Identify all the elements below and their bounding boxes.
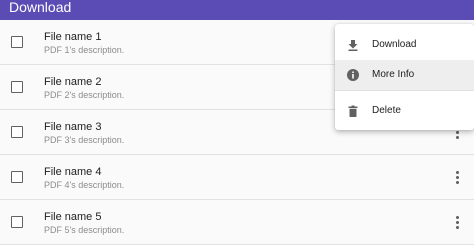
- app-title: Download: [9, 0, 72, 15]
- more-vert-icon[interactable]: [451, 167, 463, 187]
- checkbox[interactable]: [11, 81, 23, 93]
- app-bar: Download: [0, 0, 474, 20]
- file-name: File name 2: [44, 76, 102, 88]
- checkbox[interactable]: [11, 216, 23, 228]
- menu-item-label: Delete: [372, 105, 401, 116]
- checkbox[interactable]: [11, 171, 23, 183]
- menu-item-delete[interactable]: Delete: [335, 96, 474, 126]
- file-description: PDF 5's description.: [44, 225, 125, 235]
- menu-item-label: Download: [372, 39, 417, 50]
- file-description: PDF 1's description.: [44, 45, 125, 55]
- menu-divider: [335, 90, 474, 91]
- context-menu: Download More Info Delete: [335, 24, 474, 130]
- file-name: File name 1: [44, 31, 102, 43]
- more-vert-icon[interactable]: [451, 212, 463, 232]
- download-icon: [348, 40, 358, 51]
- menu-item-download[interactable]: Download: [335, 30, 474, 60]
- file-name: File name 3: [44, 121, 102, 133]
- file-name: File name 5: [44, 211, 102, 223]
- menu-item-more-info[interactable]: More Info: [335, 60, 474, 90]
- menu-item-label: More Info: [372, 69, 415, 80]
- file-description: PDF 4's description.: [44, 180, 125, 190]
- checkbox[interactable]: [11, 126, 23, 138]
- file-description: PDF 2's description.: [44, 90, 125, 100]
- list-item[interactable]: File name 5 PDF 5's description.: [0, 200, 474, 245]
- list-item[interactable]: File name 4 PDF 4's description.: [0, 155, 474, 200]
- checkbox[interactable]: [11, 36, 23, 48]
- info-icon: [347, 69, 359, 81]
- delete-icon: [348, 105, 358, 117]
- file-name: File name 4: [44, 166, 102, 178]
- file-description: PDF 3's description.: [44, 135, 125, 145]
